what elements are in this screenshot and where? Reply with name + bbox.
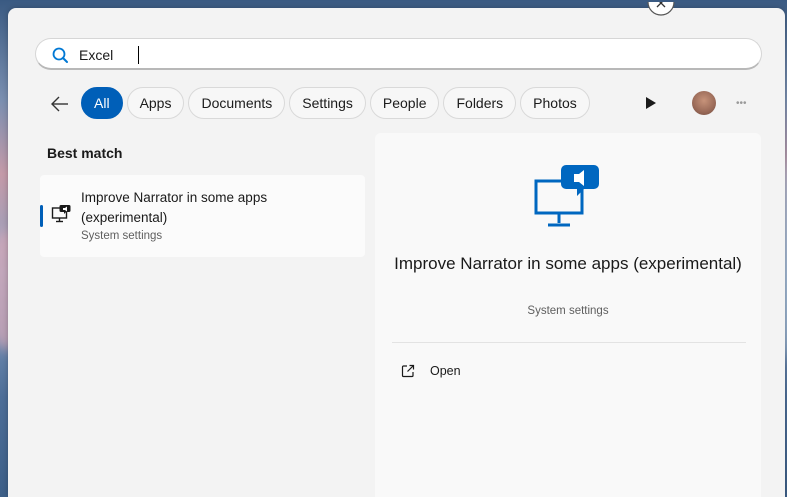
result-subtitle: System settings xyxy=(81,230,163,242)
result-title: Improve Narrator in some apps (experimen… xyxy=(81,190,268,225)
filter-tabs: All Apps Documents Settings People Folde… xyxy=(81,87,590,119)
detail-pane: Improve Narrator in some apps (experimen… xyxy=(375,133,761,497)
more-options-icon[interactable]: ••• xyxy=(736,99,748,109)
best-match-heading: Best match xyxy=(47,145,123,161)
tab-settings[interactable]: Settings xyxy=(289,87,366,119)
open-label: Open xyxy=(430,364,461,378)
back-arrow-icon[interactable] xyxy=(48,94,72,114)
tab-folders[interactable]: Folders xyxy=(443,87,517,119)
tab-all[interactable]: All xyxy=(81,87,123,119)
text-caret xyxy=(138,46,139,64)
close-icon[interactable] xyxy=(645,2,677,16)
play-icon[interactable] xyxy=(645,96,657,110)
avatar[interactable] xyxy=(692,91,716,115)
search-box[interactable] xyxy=(35,38,762,70)
divider xyxy=(392,342,746,343)
tab-photos[interactable]: Photos xyxy=(520,87,590,119)
search-icon xyxy=(51,46,69,64)
selection-indicator xyxy=(40,205,43,227)
narrator-monitor-icon xyxy=(533,163,603,233)
tab-apps[interactable]: Apps xyxy=(126,87,185,119)
best-match-result[interactable]: Improve Narrator in some apps (experimen… xyxy=(40,175,365,257)
tab-documents[interactable]: Documents xyxy=(188,87,286,119)
detail-title: Improve Narrator in some apps (experimen… xyxy=(394,254,742,273)
search-input[interactable] xyxy=(79,44,739,66)
narrator-monitor-icon xyxy=(51,204,71,224)
open-external-icon xyxy=(401,364,415,378)
open-button[interactable]: Open xyxy=(401,361,461,381)
tab-people[interactable]: People xyxy=(369,87,440,119)
detail-subtitle: System settings xyxy=(527,305,609,317)
search-panel: All Apps Documents Settings People Folde… xyxy=(8,2,785,497)
